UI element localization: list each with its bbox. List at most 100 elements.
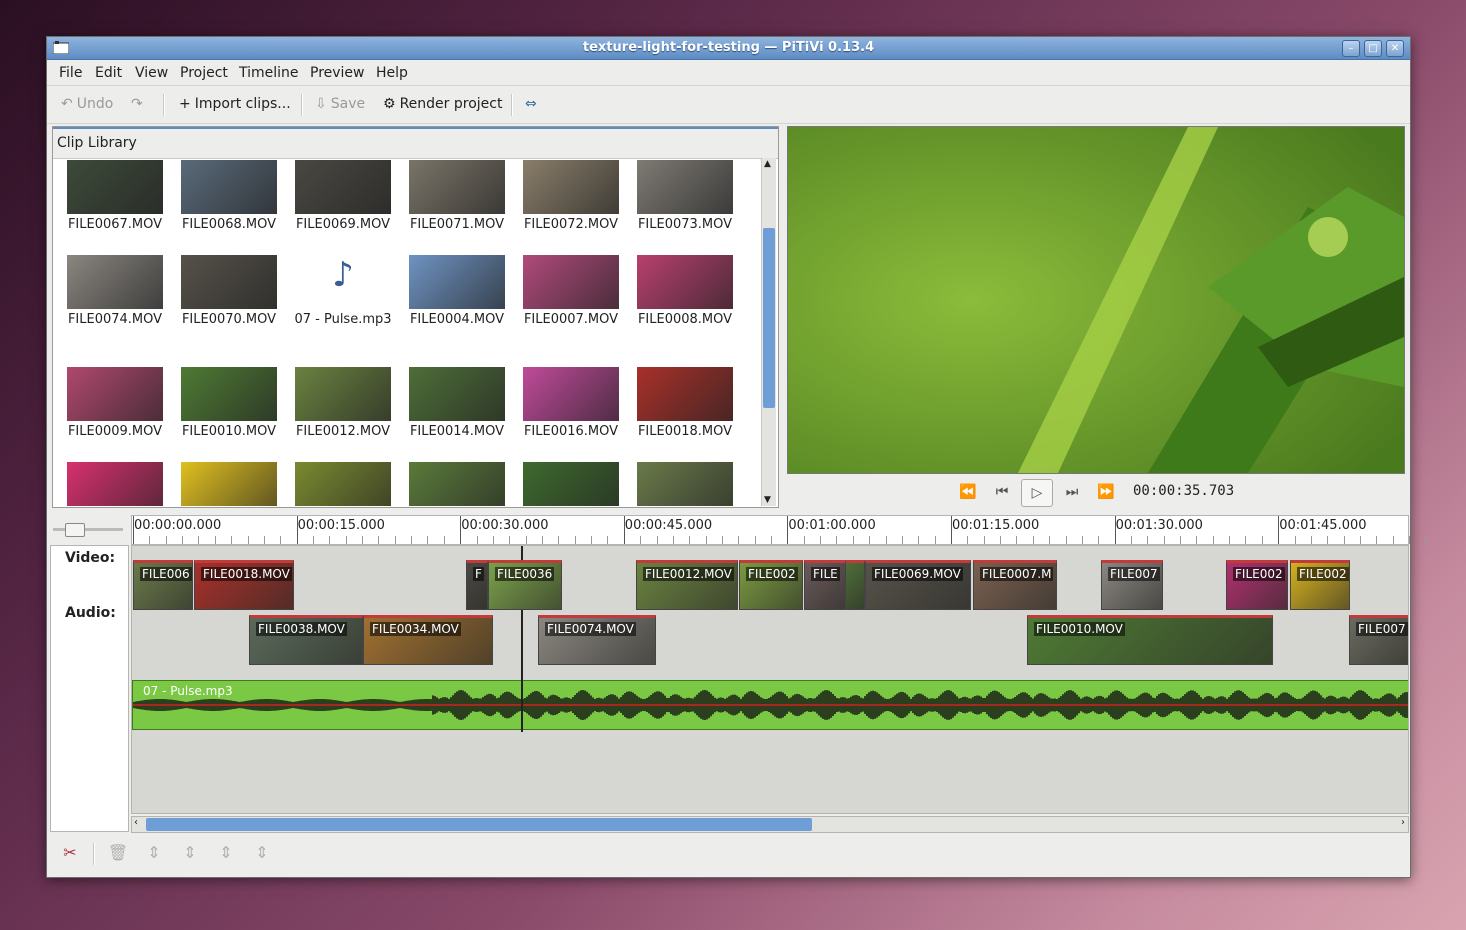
title-bar[interactable]: texture-light-for-testing — PiTiVi 0.13.… xyxy=(47,37,1410,60)
clip-item[interactable]: ♪ 07 - Pulse.mp3 xyxy=(288,255,398,328)
timeline-clip[interactable]: FILE0074.MOV xyxy=(538,615,656,665)
scroll-right-icon[interactable]: › xyxy=(1401,817,1405,828)
timeline-ruler[interactable]: 00:00:00.000 00:00:15.000 00:00:30.000 00:0… xyxy=(131,515,1427,545)
menu-file[interactable]: File xyxy=(59,65,82,81)
clip-item[interactable] xyxy=(630,462,740,506)
ruler-minor-tick xyxy=(967,536,969,544)
ungroup-icon[interactable]: ⇕ xyxy=(179,843,201,865)
clip-item[interactable]: FILE0067.MOV xyxy=(60,160,170,233)
save-button[interactable]: ⇩ Save xyxy=(315,96,365,112)
scroll-down-icon[interactable]: ▼ xyxy=(764,495,771,505)
timeline-clip[interactable]: FILE002 xyxy=(1226,560,1288,610)
timeline-clip[interactable]: FILE0010.MOV xyxy=(1027,615,1273,665)
timeline-clip[interactable]: FILE007 xyxy=(1349,615,1408,665)
clip-item[interactable] xyxy=(174,462,284,506)
render-project-button[interactable]: ⚙ Render project xyxy=(383,96,502,112)
clip-item[interactable]: FILE0004.MOV xyxy=(402,255,512,328)
ruler-minor-tick xyxy=(1343,536,1345,544)
clip-item[interactable] xyxy=(516,462,626,506)
clip-thumbnail xyxy=(523,462,619,506)
timeline-clip[interactable]: FILE002 xyxy=(1290,560,1350,610)
timeline-clip[interactable]: FILE0018.MOV xyxy=(194,560,294,610)
menu-project[interactable]: Project xyxy=(180,65,228,81)
menu-view[interactable]: View xyxy=(135,65,168,81)
fullscreen-icon: ⇔ xyxy=(525,96,537,112)
clip-item[interactable]: FILE0016.MOV xyxy=(516,367,626,440)
fast-forward-icon[interactable]: ⏩ xyxy=(1091,479,1121,505)
clip-item[interactable]: FILE0009.MOV xyxy=(60,367,170,440)
undo-button[interactable]: ↶ Undo xyxy=(61,96,113,112)
menu-preview[interactable]: Preview xyxy=(310,65,365,81)
split-icon[interactable]: ⇕ xyxy=(251,843,273,865)
group-icon[interactable]: ⇕ xyxy=(143,843,165,865)
unlink-icon[interactable]: ✂ xyxy=(59,843,81,865)
timeline-clip-label: FILE0007.M xyxy=(980,567,1054,581)
clip-name: FILE0008.MOV xyxy=(637,312,733,327)
skip-back-icon[interactable]: ⏮ xyxy=(987,479,1017,505)
timeline-clip[interactable]: F xyxy=(466,560,488,610)
import-clips-button[interactable]: + Import clips... xyxy=(179,96,291,112)
menu-edit[interactable]: Edit xyxy=(95,65,122,81)
close-button[interactable]: ✕ xyxy=(1386,40,1404,57)
scrollbar-thumb[interactable] xyxy=(146,818,812,831)
clip-item[interactable] xyxy=(60,462,170,506)
scroll-left-icon[interactable]: ‹ xyxy=(134,817,138,828)
clip-item[interactable]: FILE0070.MOV xyxy=(174,255,284,328)
timeline-clip[interactable]: FILE0038.MOV xyxy=(249,615,363,665)
clip-name: FILE0009.MOV xyxy=(67,424,163,439)
clip-library-tab[interactable]: Clip Library xyxy=(53,127,778,159)
timeline-clip[interactable]: FILE0034.MOV xyxy=(363,615,493,665)
clip-item[interactable]: FILE0018.MOV xyxy=(630,367,740,440)
zoom-handle[interactable] xyxy=(65,523,85,537)
clip-item[interactable]: FILE0072.MOV xyxy=(516,160,626,233)
clip-name: FILE0071.MOV xyxy=(409,217,505,232)
timeline-clip[interactable] xyxy=(845,560,865,610)
clip-item[interactable]: FILE0010.MOV xyxy=(174,367,284,440)
timeline-clip[interactable]: FILE002 xyxy=(739,560,803,610)
skip-forward-icon[interactable]: ⏭ xyxy=(1057,479,1087,505)
clip-item[interactable]: FILE0012.MOV xyxy=(288,367,398,440)
menu-timeline[interactable]: Timeline xyxy=(239,65,299,81)
clip-name: FILE0018.MOV xyxy=(637,424,733,439)
ruler-minor-tick xyxy=(558,536,560,544)
redo-button[interactable]: ↷ xyxy=(131,96,143,112)
minimize-button[interactable]: – xyxy=(1342,40,1360,57)
timeline-clip[interactable]: FILE007 xyxy=(1101,560,1163,610)
ruler-minor-tick xyxy=(280,536,282,544)
timeline-clip[interactable]: FILE0069.MOV xyxy=(865,560,971,610)
timeline-clip-label: FILE0012.MOV xyxy=(643,567,734,581)
timeline-tracks[interactable]: 07 - Pulse.mp3 FILE006 FILE0018.MOV F FILE0… xyxy=(131,545,1409,814)
clip-thumbnail xyxy=(181,367,277,421)
clip-item[interactable] xyxy=(402,462,512,506)
library-scrollbar[interactable]: ▲ ▼ xyxy=(761,158,776,506)
timeline-clip-label: FILE0074.MOV xyxy=(545,622,636,636)
timeline-clip[interactable]: FILE006 xyxy=(133,560,193,610)
audio-clip[interactable]: 07 - Pulse.mp3 xyxy=(132,680,1408,730)
zoom-slider[interactable] xyxy=(53,521,125,537)
timeline-clip[interactable]: FILE0007.M xyxy=(973,560,1057,610)
timeline-scrollbar[interactable]: ‹ › xyxy=(131,816,1409,833)
fullscreen-button[interactable]: ⇔ xyxy=(525,96,537,112)
clip-item[interactable]: FILE0008.MOV xyxy=(630,255,740,328)
link-icon[interactable]: ⇕ xyxy=(215,843,237,865)
clip-item[interactable]: FILE0068.MOV xyxy=(174,160,284,233)
clip-item[interactable] xyxy=(288,462,398,506)
clip-item[interactable]: FILE0069.MOV xyxy=(288,160,398,233)
timeline-clip[interactable]: FILE xyxy=(804,560,846,610)
waveform xyxy=(133,690,1408,720)
play-button[interactable]: ▷ xyxy=(1021,479,1053,507)
scroll-up-icon[interactable]: ▲ xyxy=(764,159,771,169)
clip-item[interactable]: FILE0073.MOV xyxy=(630,160,740,233)
clip-item[interactable]: FILE0074.MOV xyxy=(60,255,170,328)
maximize-button[interactable]: □ xyxy=(1364,40,1382,57)
menu-help[interactable]: Help xyxy=(376,65,408,81)
trash-icon[interactable]: 🗑 xyxy=(107,843,129,865)
clip-item[interactable]: FILE0007.MOV xyxy=(516,255,626,328)
scrollbar-thumb[interactable] xyxy=(763,228,775,408)
ruler-minor-tick xyxy=(1392,536,1394,544)
timeline-clip[interactable]: FILE0036 xyxy=(488,560,562,610)
clip-item[interactable]: FILE0014.MOV xyxy=(402,367,512,440)
clip-item[interactable]: FILE0071.MOV xyxy=(402,160,512,233)
timeline-clip[interactable]: FILE0012.MOV xyxy=(636,560,738,610)
rewind-icon[interactable]: ⏪ xyxy=(953,479,983,505)
